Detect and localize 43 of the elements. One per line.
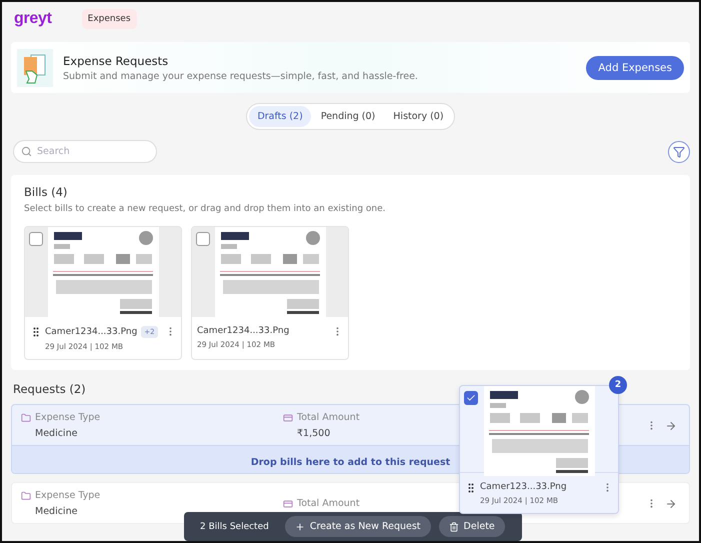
- section-title: Requests (2): [12, 382, 86, 396]
- drop-hint: Drop bills here to add to this request: [250, 457, 450, 468]
- card-icon: [283, 412, 293, 422]
- receipt-hand-icon: [17, 48, 53, 86]
- tab[interactable]: Pending (0): [312, 106, 384, 127]
- banner-subtitle: Submit and manage your expense requests—simple, fast, and hassle-free.: [63, 70, 419, 82]
- check-icon: [466, 393, 476, 403]
- search-icon: [21, 146, 32, 157]
- create-request-button[interactable]: Create as New Request: [284, 516, 431, 537]
- field-value: Medicine: [34, 428, 78, 439]
- checkbox[interactable]: [196, 232, 210, 246]
- checkbox[interactable]: [464, 391, 478, 405]
- section-title: Bills (4): [24, 185, 68, 199]
- field-label: Expense Type: [35, 412, 100, 423]
- file-name: Camer1234...33.Png: [45, 327, 138, 337]
- filter-button[interactable]: [668, 140, 690, 162]
- section-subtitle: Select bills to create a new request, or drag and drop them into an existing one.: [24, 204, 387, 214]
- folder-icon: [21, 490, 31, 500]
- tab[interactable]: History (0): [385, 106, 452, 127]
- field-label: Expense Type: [35, 490, 100, 501]
- filter-icon: [673, 146, 685, 158]
- file-name: Camer1234...33.Png: [197, 326, 290, 336]
- delete-button[interactable]: Delete: [438, 516, 505, 537]
- plus-icon: [294, 522, 305, 532]
- checkbox[interactable]: [29, 232, 43, 246]
- card-icon: [283, 498, 293, 508]
- tab[interactable]: Drafts (2): [249, 106, 311, 127]
- nav-tab[interactable]: Expenses: [82, 8, 137, 28]
- field-label: Total Amount: [297, 498, 360, 509]
- count-badge: 2: [609, 376, 627, 394]
- field-label: Total Amount: [297, 412, 360, 423]
- file-name: Camer123...33.Png: [480, 482, 568, 492]
- arrow-right-icon[interactable]: [665, 420, 677, 432]
- folder-icon: [21, 412, 31, 422]
- field-value: ₹1,500: [296, 428, 332, 439]
- search-field[interactable]: Search: [13, 140, 157, 163]
- banner-title: Expense Requests: [63, 54, 170, 68]
- arrow-right-icon[interactable]: [665, 498, 677, 510]
- selection-count: 2 Bills Selected: [200, 522, 269, 532]
- trash-icon: [448, 522, 459, 532]
- logo: greyt: [14, 10, 52, 28]
- add-expenses-button[interactable]: Add Expenses: [586, 56, 684, 80]
- field-value: Medicine: [34, 506, 78, 517]
